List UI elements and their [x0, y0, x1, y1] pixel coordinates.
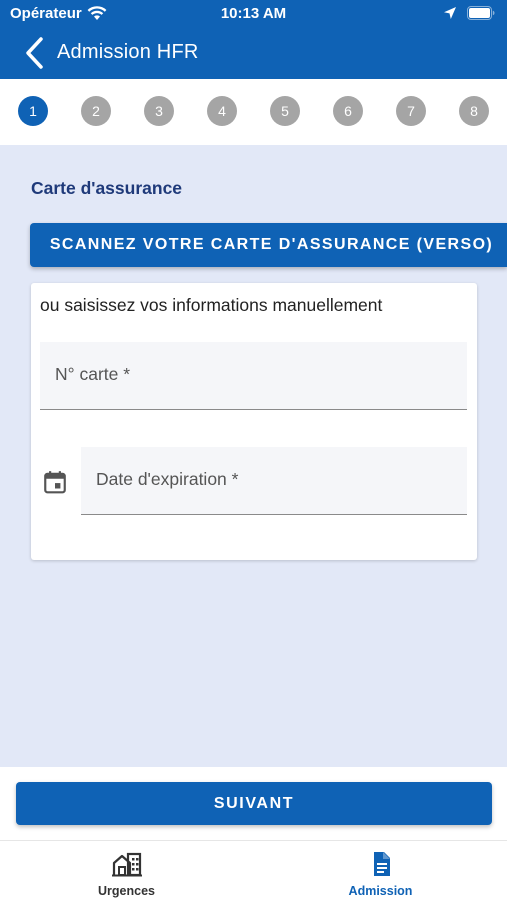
- status-indicators: [443, 6, 495, 20]
- status-time: 10:13 AM: [220, 5, 287, 22]
- step-8: 8: [459, 96, 489, 126]
- tab-urgences-label: Urgences: [98, 884, 155, 898]
- document-icon: [373, 852, 390, 876]
- step-1: 1: [18, 96, 48, 126]
- navigation-bar: Admission HFR: [0, 28, 507, 79]
- calendar-icon[interactable]: [42, 469, 68, 495]
- header: Opérateur 10:13 AM Admission HFR: [0, 0, 507, 79]
- status-bar: Opérateur 10:13 AM: [0, 0, 507, 28]
- tab-admission-label: Admission: [348, 884, 413, 898]
- battery-icon: [467, 6, 495, 20]
- expiry-date-label: Date d'expiration *: [96, 469, 239, 489]
- manual-entry-label: ou saisissez vos informations manuelleme…: [40, 295, 383, 315]
- step-3: 3: [144, 96, 174, 126]
- hospital-building-icon: [111, 852, 142, 877]
- manual-entry-card: ou saisissez vos informations manuelleme…: [31, 283, 477, 560]
- page-title: Admission HFR: [57, 41, 199, 63]
- section-title: Carte d'assurance: [31, 178, 183, 198]
- back-chevron-icon[interactable]: [24, 36, 46, 70]
- expiry-date-field[interactable]: Date d'expiration *: [81, 447, 467, 515]
- step-2: 2: [81, 96, 111, 126]
- tab-urgences[interactable]: Urgences: [0, 841, 253, 900]
- bottom-action-area: SUIVANT: [0, 767, 507, 840]
- step-7: 7: [396, 96, 426, 126]
- tab-bar: Urgences Admission: [0, 840, 507, 900]
- app-screen: Opérateur 10:13 AM Admission HFR 1 2 3 4…: [0, 0, 507, 900]
- step-4: 4: [207, 96, 237, 126]
- main-content: Carte d'assurance SCANNEZ VOTRE CARTE D'…: [0, 145, 507, 767]
- progress-stepper: 1 2 3 4 5 6 7 8: [0, 79, 507, 145]
- scan-insurance-card-button[interactable]: SCANNEZ VOTRE CARTE D'ASSURANCE (VERSO): [30, 223, 507, 267]
- next-button[interactable]: SUIVANT: [16, 782, 492, 825]
- step-5: 5: [270, 96, 300, 126]
- step-6: 6: [333, 96, 363, 126]
- card-number-label: N° carte *: [55, 364, 131, 384]
- location-arrow-icon: [444, 7, 456, 19]
- card-number-field[interactable]: N° carte *: [40, 342, 467, 410]
- tab-admission[interactable]: Admission: [254, 841, 507, 900]
